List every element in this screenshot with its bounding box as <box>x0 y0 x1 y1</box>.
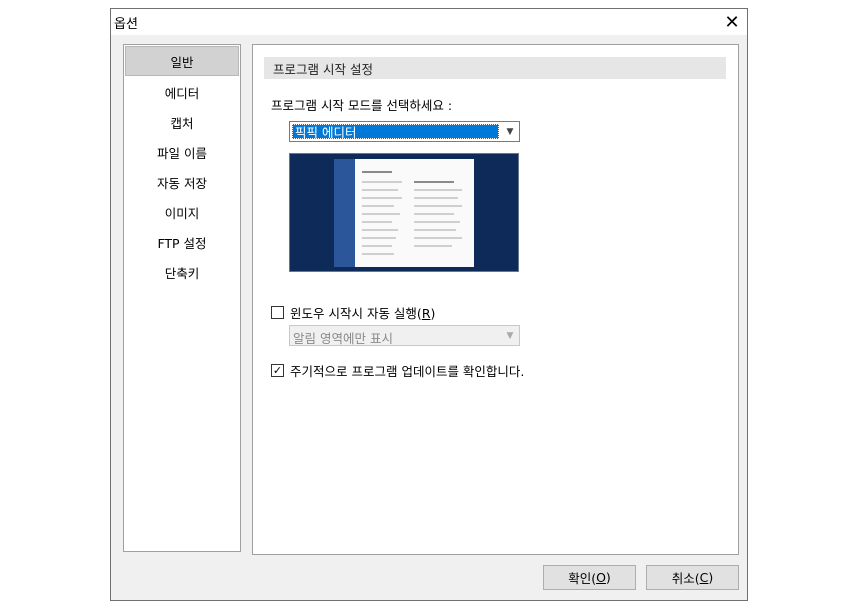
sidebar-item-autosave[interactable]: 자동 저장 <box>125 168 239 196</box>
autostart-option[interactable]: 윈도우 시작시 자동 실행(R) <box>271 303 435 322</box>
dropdown-arrow-icon: ▼ <box>506 126 514 137</box>
sidebar-item-label: 파일 이름 <box>157 145 207 161</box>
start-mode-value: 픽픽 에디터 <box>292 124 499 140</box>
sidebar-item-shortcuts[interactable]: 단축키 <box>125 258 239 286</box>
sidebar-item-ftp[interactable]: FTP 설정 <box>125 228 239 256</box>
category-list: 일반 에디터 캡처 파일 이름 자동 저장 이미지 FTP 설정 단축키 <box>123 44 241 552</box>
sidebar-item-image[interactable]: 이미지 <box>125 198 239 226</box>
update-check-label: 주기적으로 프로그램 업데이트를 확인합니다. <box>290 364 525 379</box>
section-title: 프로그램 시작 설정 <box>264 57 726 79</box>
window-title: 옵션 <box>114 17 138 32</box>
sidebar-item-editor[interactable]: 에디터 <box>125 78 239 106</box>
settings-panel: 프로그램 시작 설정 프로그램 시작 모드를 선택하세요 : 픽픽 에디터 ▼ <box>252 44 739 555</box>
sidebar-item-filename[interactable]: 파일 이름 <box>125 138 239 166</box>
tray-mode-select: 알림 영역에만 표시 ▼ <box>289 325 520 346</box>
options-dialog: 옵션 ✕ 일반 에디터 캡처 파일 이름 자동 저장 이미지 FTP 설정 단축… <box>110 8 748 601</box>
tray-mode-value: 알림 영역에만 표시 <box>293 331 393 346</box>
title-bar: 옵션 ✕ <box>111 9 747 35</box>
sidebar-item-label: 단축키 <box>164 265 200 281</box>
update-check-option[interactable]: ✓ 주기적으로 프로그램 업데이트를 확인합니다. <box>271 361 524 380</box>
close-button[interactable]: ✕ <box>717 9 747 35</box>
update-check-checkbox[interactable]: ✓ <box>271 364 284 377</box>
sidebar-item-label: 캡처 <box>170 115 194 131</box>
sidebar-item-capture[interactable]: 캡처 <box>125 108 239 136</box>
autostart-label: 윈도우 시작시 자동 실행(R) <box>290 306 436 321</box>
start-mode-select[interactable]: 픽픽 에디터 ▼ <box>289 121 520 142</box>
cancel-button[interactable]: 취소(C) <box>646 565 739 590</box>
sidebar-item-label: 에디터 <box>164 85 200 101</box>
checkmark-icon: ✓ <box>272 364 283 377</box>
close-icon: ✕ <box>724 11 740 33</box>
sidebar-item-label: 이미지 <box>164 205 200 221</box>
autostart-checkbox[interactable] <box>271 306 284 319</box>
editor-preview-image <box>289 153 519 272</box>
sidebar-item-label: 일반 <box>170 54 194 70</box>
start-mode-label: 프로그램 시작 모드를 선택하세요 : <box>271 98 453 113</box>
sidebar-item-label: 자동 저장 <box>157 175 207 191</box>
dropdown-arrow-icon: ▼ <box>506 330 514 341</box>
preview-window-thumbnail <box>334 159 474 267</box>
ok-button[interactable]: 확인(O) <box>543 565 636 590</box>
sidebar-item-general[interactable]: 일반 <box>125 46 239 76</box>
sidebar-item-label: FTP 설정 <box>157 235 207 251</box>
